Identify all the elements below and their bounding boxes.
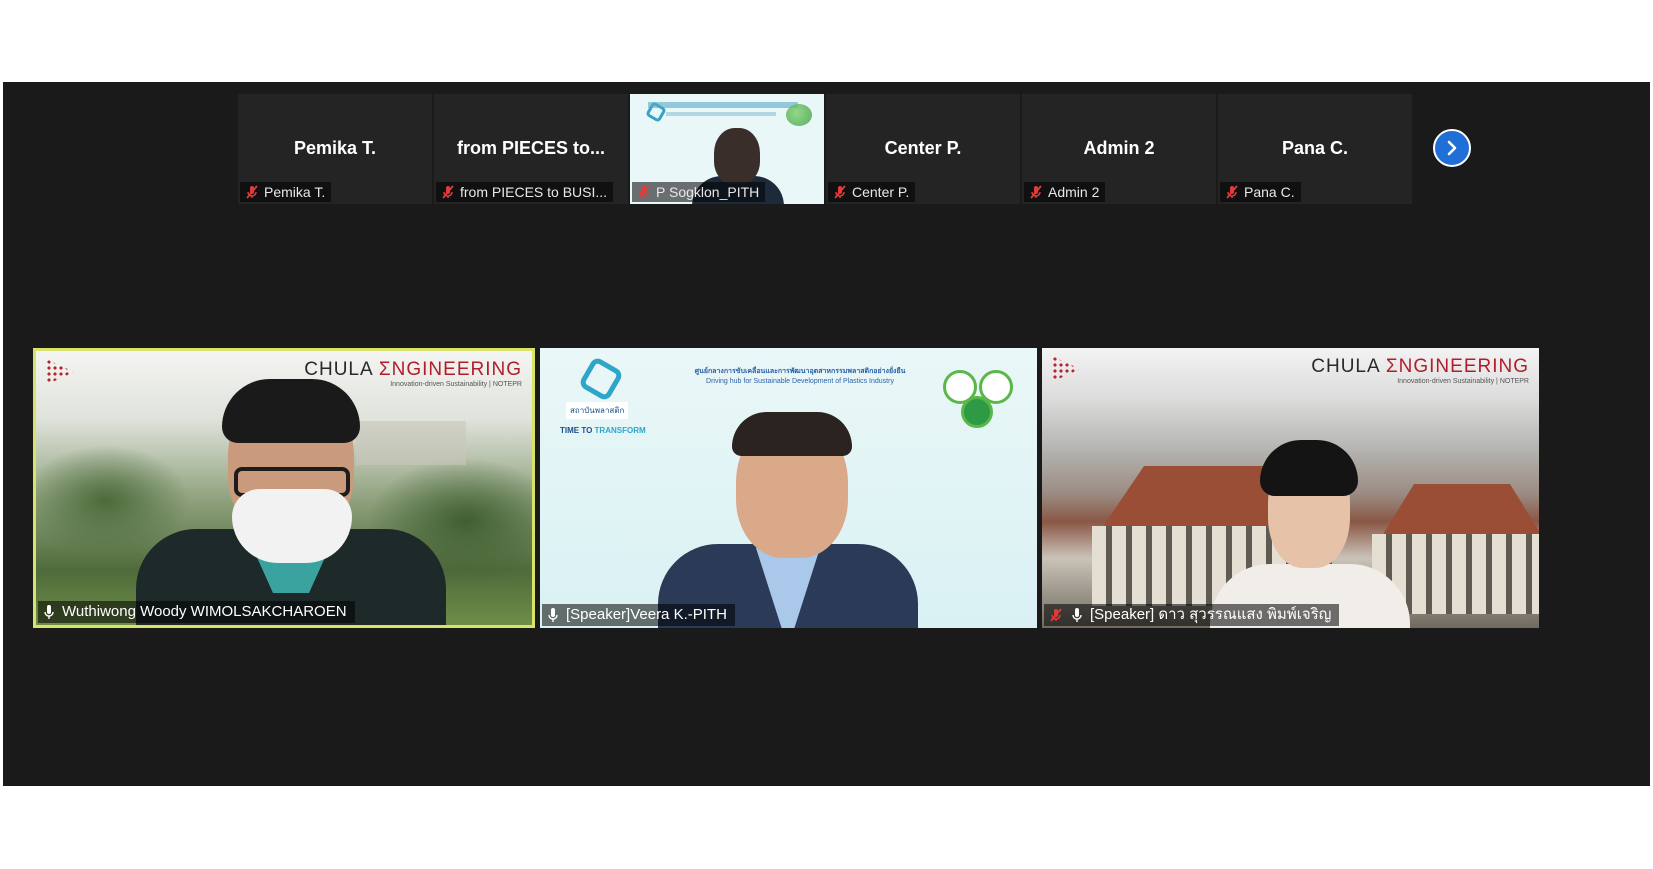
slide-banner	[648, 102, 798, 108]
participant-title: Center P.	[884, 138, 962, 158]
person-hair	[732, 412, 852, 456]
slide-banner	[666, 112, 776, 116]
person-head	[714, 128, 760, 184]
background-building	[356, 421, 466, 465]
org-name: สถาบันพลาสติก	[566, 402, 629, 419]
participant-label: Admin 2	[1048, 184, 1100, 200]
face-mask	[232, 489, 352, 563]
participant-label: P Sogklon_PITH	[656, 184, 760, 200]
mic-muted-icon	[442, 185, 454, 199]
tagline-part: TRANSFORM	[594, 426, 646, 435]
participant-name-tag: [Speaker] ดาว สุวรรณแสง พิมพ์เจริญ	[1044, 604, 1340, 626]
next-page-button[interactable]	[1433, 129, 1471, 167]
participant-thumb[interactable]: Pemika T. Pemika T.	[238, 94, 432, 204]
slide-title: ศูนย์กลางการขับเคลื่อนและการพัฒนาอุตสาหก…	[694, 368, 906, 375]
brand-part: ƩNGINEERING	[1385, 356, 1529, 377]
tagline-part: TIME TO	[560, 426, 595, 435]
tagline: TIME TO TRANSFORM	[560, 426, 646, 435]
mic-icon	[1072, 608, 1082, 622]
participant-thumb[interactable]: Center P. Center P.	[826, 94, 1020, 204]
participant-strip: Pemika T. Pemika T. from PIECES to... fr…	[238, 94, 1412, 204]
participant-label: Pana C.	[1244, 184, 1295, 200]
brand-subtitle: Innovation-driven Sustainability | NOTEP…	[390, 381, 522, 388]
eco-icons	[943, 370, 1015, 428]
participant-name-tag: Center P.	[828, 182, 916, 202]
participant-thumb[interactable]: Pana C. Pana C.	[1218, 94, 1412, 204]
video-tile[interactable]: สถาบันพลาสติก TIME TO TRANSFORM ศูนย์กลา…	[540, 348, 1037, 628]
participant-thumb-video[interactable]: P Sogklon_PITH	[630, 94, 824, 204]
participant-thumb[interactable]: from PIECES to... from PIECES to BUSI...	[434, 94, 628, 204]
participant-title: from PIECES to...	[456, 138, 606, 158]
participant-title: Admin 2	[1083, 138, 1155, 158]
mic-muted-icon	[834, 185, 846, 199]
eco-icon	[786, 104, 812, 126]
mic-muted-icon	[1226, 185, 1238, 199]
participant-thumb[interactable]: Admin 2 Admin 2	[1022, 94, 1216, 204]
participant-title: Pana C.	[1281, 138, 1349, 158]
participant-label: Center P.	[852, 184, 910, 200]
globe-icon	[961, 396, 993, 428]
participant-name-tag: from PIECES to BUSI...	[436, 182, 614, 202]
participant-name-tag: [Speaker]Veera K.-PITH	[542, 604, 735, 626]
meeting-gallery: Pemika T. Pemika T. from PIECES to... fr…	[3, 82, 1650, 786]
slide-subtitle: Driving hub for Sustainable Development …	[706, 378, 894, 385]
mic-icon	[44, 605, 54, 619]
brand-part: CHULA	[304, 359, 379, 380]
participant-name-tag: P Sogklon_PITH	[632, 182, 766, 202]
participant-name-tag: Pana C.	[1220, 182, 1301, 202]
mic-muted-icon	[1050, 608, 1062, 622]
participant-label: Pemika T.	[264, 184, 326, 200]
participant-label: Wuthiwong Woody WIMOLSAKCHAROEN	[62, 603, 347, 620]
video-tile[interactable]: CHULA ƩNGINEERING Innovation-driven Sust…	[1042, 348, 1539, 628]
participant-label: [Speaker]Veera K.-PITH	[566, 606, 727, 623]
participant-name-tag: Wuthiwong Woody WIMOLSAKCHAROEN	[38, 601, 355, 623]
mic-muted-icon	[246, 185, 258, 199]
brand-part: ƩNGINEERING	[378, 359, 522, 380]
video-tile-active-speaker[interactable]: CHULA ƩNGINEERING Innovation-driven Sust…	[33, 348, 535, 628]
brand-part: CHULA	[1311, 356, 1386, 377]
page: Pemika T. Pemika T. from PIECES to... fr…	[0, 0, 1653, 869]
person-hair	[222, 379, 360, 443]
brand-subtitle: Innovation-driven Sustainability | NOTEP…	[1397, 378, 1529, 385]
participant-title: Pemika T.	[293, 138, 377, 158]
participant-label: [Speaker] ดาว สุวรรณแสง พิมพ์เจริญ	[1090, 606, 1332, 623]
participant-name-tag: Pemika T.	[240, 182, 332, 202]
participant-label: from PIECES to BUSI...	[460, 184, 608, 200]
mic-icon	[548, 608, 558, 622]
chevron-right-icon	[1447, 140, 1457, 156]
participant-name-tag: Admin 2	[1024, 182, 1106, 202]
mic-muted-icon	[638, 185, 650, 199]
mic-muted-icon	[1030, 185, 1042, 199]
brand-text: CHULA ƩNGINEERING	[304, 359, 522, 381]
brand-text: CHULA ƩNGINEERING	[1311, 356, 1529, 378]
